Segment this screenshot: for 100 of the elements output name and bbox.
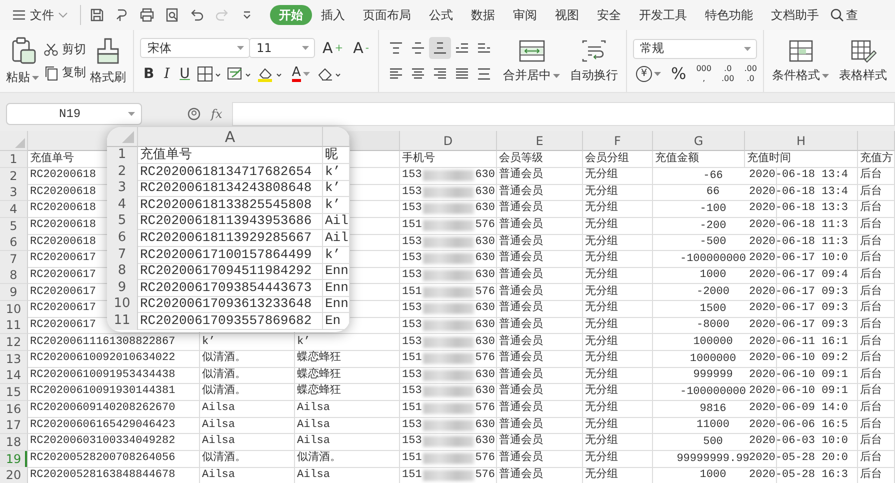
ribbon-tab[interactable]: 安全 [588,5,630,25]
column-header[interactable]: H [796,134,806,148]
font-size-select[interactable]: 11 [249,38,316,58]
undo-icon[interactable] [189,7,205,23]
table-cell: 153 [402,268,422,283]
underline-button[interactable]: U [176,64,193,84]
table-cell: 无分组 [585,234,618,250]
shrink-font-button[interactable]: A$^{-}$ [350,38,372,58]
row-header[interactable]: 5 [0,218,28,235]
row-header[interactable]: 15 [0,384,28,401]
grow-font-button[interactable]: A$^{+}$ [319,38,346,58]
table-cell: 无分组 [585,284,618,300]
table-cell: 153 [402,251,422,266]
column-header[interactable]: F [614,134,621,148]
ribbon-tab[interactable]: 审阅 [504,5,546,25]
table-cell: Enn [325,263,348,278]
paste-button[interactable]: 粘贴 [6,36,39,86]
row-header[interactable]: 10 [0,300,28,318]
table-cell: 普通会员 [499,318,543,333]
font-color-button[interactable]: A [288,64,313,84]
row-header[interactable]: 6 [0,234,28,252]
ribbon-tab[interactable]: 页面布局 [354,5,420,25]
table-cell: 2020-06-09 14:0 [749,401,848,416]
magnifier-icon[interactable] [187,107,201,121]
search-button[interactable]: 查 [830,6,858,24]
print-icon[interactable] [139,7,155,23]
table-cell: 630 [475,268,495,283]
format-painter-button[interactable]: 格式刷 [90,36,126,86]
table-cell: 153 [402,434,422,450]
table-cell: 普通会员 [499,401,543,416]
table-cell: 充值单号 [30,152,74,166]
row-header[interactable]: 1 [0,151,28,168]
table-cell: 153 [402,201,422,216]
column-header[interactable]: E [536,134,544,148]
ribbon-tab[interactable]: 开发工具 [630,5,696,25]
blurred-text [422,470,474,481]
column-header[interactable]: D [443,134,453,148]
cut-button[interactable]: 剪切 [43,41,86,58]
table-cell: 66 [706,185,720,200]
table-cell: 2020-06-11 16:1 [749,334,848,350]
row-header: 4 [107,196,138,214]
wrap-text-button[interactable]: 自动换行 [568,38,620,84]
ribbon-tab[interactable]: 文档助手 [762,5,828,25]
table-cell: Ailsa [297,418,330,433]
table-cell: En [325,312,341,328]
row-header[interactable]: 4 [0,200,28,218]
row-header[interactable]: 18 [0,434,28,451]
font-name-select[interactable]: 宋体 [140,38,250,58]
row-header[interactable]: 9 [0,284,28,302]
row-header[interactable]: 11 [0,317,28,334]
table-cell: RC20200617094511984292 [140,263,312,278]
fill-icon[interactable] [226,66,253,82]
table-cell: 153 [402,168,422,184]
ribbon-tab[interactable]: 特色功能 [696,5,762,25]
copy-button[interactable]: 复制 [43,64,86,81]
row-header[interactable]: 2 [0,168,28,185]
percent-button[interactable]: % [668,64,690,84]
borders-icon[interactable] [196,66,223,82]
table-cell: 2020-06-18 13:3 [749,201,848,216]
row-header[interactable]: 13 [0,350,28,368]
conditional-format-button[interactable]: 条件格式 [770,38,831,84]
row-header[interactable]: 8 [0,267,28,284]
file-menu[interactable]: 文件 [8,4,72,26]
name-box[interactable]: N19 [6,103,142,125]
row-header[interactable]: 16 [0,400,28,418]
row-header[interactable]: 12 [0,334,28,352]
ribbon-tab[interactable]: 视图 [546,5,588,25]
menu-icon [12,9,26,21]
table-cell: 后台 [860,401,882,416]
align-button[interactable] [429,37,451,59]
row-header: 11 [107,312,138,330]
currency-button[interactable]: ¥ [633,64,664,84]
column-header[interactable]: G [694,134,704,148]
table-cell: 2020-05-28 20:0 [749,451,848,466]
ribbon-tab[interactable]: 公式 [420,5,462,25]
table-style-button[interactable]: 表格样式 [837,38,889,84]
save-icon[interactable] [89,7,105,23]
italic-button[interactable]: I [161,64,173,84]
row-header[interactable]: 7 [0,250,28,268]
bold-button[interactable]: B [140,64,158,84]
row-header[interactable]: 3 [0,184,28,202]
blurred-text [422,220,474,232]
remove-decimal-button[interactable]: .00 .0 [741,64,760,84]
lines-icon [388,40,404,56]
row-header[interactable]: 20 [0,467,28,483]
row-header[interactable]: 14 [0,367,28,384]
table-cell: 后台 [860,284,882,300]
number-format-select[interactable]: 常规 [633,38,757,58]
row-header[interactable]: 17 [0,417,28,434]
thousands-button[interactable]: 000 , [693,64,714,84]
formula-input[interactable] [232,102,895,126]
copy-icon [43,64,59,80]
ribbon-tab[interactable]: 插入 [312,5,354,25]
ribbon-tab[interactable]: 数据 [462,5,504,25]
preview-icon[interactable] [164,7,180,23]
add-decimal-button[interactable]: .0 .00 [718,64,738,84]
eraser-icon[interactable] [316,66,343,82]
table-cell: 似清酒。 [297,451,341,466]
merge-center-button[interactable]: 合并居中 [501,38,562,84]
caret-icon [237,46,244,50]
